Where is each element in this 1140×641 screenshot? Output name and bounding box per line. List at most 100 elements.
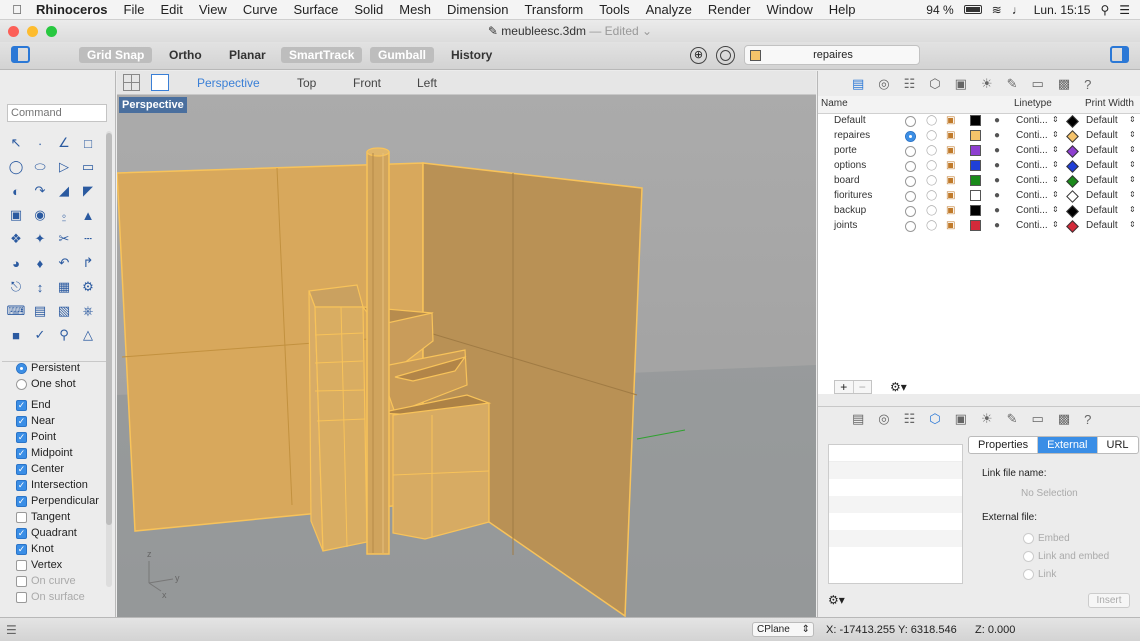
layer-name[interactable]: options: [834, 160, 866, 171]
object-list[interactable]: [828, 444, 963, 584]
materials-icon[interactable]: ◎: [878, 76, 889, 92]
print-color-icon[interactable]: [1066, 160, 1079, 173]
lightbulb-icon[interactable]: ◯: [926, 160, 937, 171]
layer-row[interactable]: options ◯ ▣ ● Conti... ⇕ Default ⇕: [818, 159, 1140, 174]
lightbulb-icon[interactable]: ◯: [926, 205, 937, 216]
layer-row[interactable]: joints ◯ ▣ ● Conti... ⇕ Default ⇕: [818, 219, 1140, 234]
lightbulb-icon[interactable]: ◯: [926, 220, 937, 231]
menu-view[interactable]: View: [191, 2, 235, 17]
linetype-value[interactable]: Conti...: [1016, 190, 1048, 201]
print-width-value[interactable]: Default: [1086, 190, 1118, 201]
single-view-layout-icon[interactable]: [151, 74, 169, 91]
remove-layer-button[interactable]: −: [852, 381, 872, 393]
lock-icon[interactable]: ▣: [946, 175, 955, 186]
persistent-radio[interactable]: Persistent: [16, 362, 80, 374]
print-width-value[interactable]: Default: [1086, 160, 1118, 171]
circle-icon[interactable]: ◯: [4, 155, 28, 179]
select-arrow-icon[interactable]: ↖: [4, 131, 28, 155]
box-icon[interactable]: ▣: [4, 203, 28, 227]
split-icon[interactable]: ┄: [76, 227, 100, 251]
layer-row[interactable]: porte ◯ ▣ ● Conti... ⇕ Default ⇕: [818, 144, 1140, 159]
print-color-icon[interactable]: [1066, 175, 1079, 188]
scrollbar-thumb[interactable]: [106, 133, 112, 525]
layer-color-swatch[interactable]: [970, 175, 981, 186]
layer-name[interactable]: fioritures: [834, 190, 872, 201]
linetype-value[interactable]: Conti...: [1016, 160, 1048, 171]
osnap-point[interactable]: ✓ Point: [16, 431, 56, 443]
menu-solid[interactable]: Solid: [346, 2, 391, 17]
dimension-icon[interactable]: ⌨: [4, 299, 28, 323]
chevron-updown-icon[interactable]: ⇕: [1052, 130, 1059, 139]
linetype-value[interactable]: Conti...: [1016, 220, 1048, 231]
layers-icon[interactable]: ▤: [852, 76, 864, 92]
current-layer-selector[interactable]: repaires: [744, 45, 920, 65]
menu-help[interactable]: Help: [821, 2, 864, 17]
radio-indicator[interactable]: [16, 378, 27, 390]
menu-file[interactable]: File: [116, 2, 153, 17]
notification-center-icon[interactable]: ☰: [1119, 3, 1130, 17]
osnap-intersection[interactable]: ✓ Intersection: [16, 479, 88, 491]
minimize-window-button[interactable]: [27, 26, 38, 37]
chevron-updown-icon[interactable]: ⇕: [1052, 190, 1059, 199]
menu-dimension[interactable]: Dimension: [439, 2, 516, 17]
curve-icon[interactable]: ↷: [28, 179, 52, 203]
layer-color-swatch[interactable]: [970, 115, 981, 126]
help-icon[interactable]: ?: [1084, 412, 1091, 427]
radio-indicator[interactable]: [1023, 569, 1034, 580]
tab-top[interactable]: Top: [297, 76, 316, 90]
checkbox[interactable]: [16, 511, 27, 523]
properties-gear-icon[interactable]: ⚙▾: [828, 593, 845, 607]
scale-icon[interactable]: ⚙: [76, 275, 100, 299]
environment-icon[interactable]: ☀: [981, 411, 993, 427]
tab-perspective[interactable]: Perspective: [197, 76, 260, 90]
polyline-icon[interactable]: ∠: [52, 131, 76, 155]
smarttrack-toggle[interactable]: SmartTrack: [281, 47, 363, 63]
material-icon[interactable]: ●: [994, 220, 1000, 231]
four-view-layout-icon[interactable]: [123, 74, 140, 91]
chevron-updown-icon[interactable]: ⇕: [1052, 205, 1059, 214]
tab-left[interactable]: Left: [417, 76, 437, 90]
array-icon[interactable]: ▦: [52, 275, 76, 299]
menu-mesh[interactable]: Mesh: [391, 2, 439, 17]
layer-color-swatch[interactable]: [970, 160, 981, 171]
material-icon[interactable]: ●: [994, 175, 1000, 186]
print-width-value[interactable]: Default: [1086, 145, 1118, 156]
osnap-center[interactable]: ✓ Center: [16, 463, 64, 475]
tab-external[interactable]: External: [1038, 437, 1098, 453]
linetype-column-header[interactable]: Linetype: [1014, 98, 1052, 109]
linetype-value[interactable]: Conti...: [1016, 130, 1048, 141]
loft-icon[interactable]: ◤: [76, 179, 100, 203]
layer-row[interactable]: fioritures ◯ ▣ ● Conti... ⇕ Default ⇕: [818, 189, 1140, 204]
insert-button[interactable]: Insert: [1088, 593, 1130, 608]
tab-properties[interactable]: Properties: [969, 437, 1039, 453]
lightbulb-icon[interactable]: ◯: [926, 130, 937, 141]
zoom-icon[interactable]: ⚲: [52, 323, 76, 347]
layer-list[interactable]: Default ◯ ▣ ● Conti... ⇕ Default ⇕ repaires ◯ ▣ ● Co…: [818, 114, 1140, 394]
lock-icon[interactable]: ▣: [946, 115, 955, 126]
gumball-toggle[interactable]: Gumball: [370, 47, 435, 63]
explode-icon[interactable]: ✦: [28, 227, 52, 251]
layer-row[interactable]: Default ◯ ▣ ● Conti... ⇕ Default ⇕: [818, 114, 1140, 129]
cplane-dropdown[interactable]: CPlane ⇕: [752, 622, 814, 637]
planar-surface-icon[interactable]: ▲: [76, 203, 100, 227]
layer-name[interactable]: porte: [834, 145, 857, 156]
one-shot-radio[interactable]: One shot: [16, 378, 76, 390]
materials-icon[interactable]: ◎: [878, 411, 889, 427]
current-layer-radio[interactable]: [905, 191, 916, 202]
ellipse-icon[interactable]: ⬭: [28, 155, 52, 179]
material-icon[interactable]: ●: [994, 160, 1000, 171]
tab-url[interactable]: URL: [1098, 437, 1138, 453]
layer-color-swatch[interactable]: [970, 220, 981, 231]
copy-icon[interactable]: ↕: [28, 275, 52, 299]
checkbox[interactable]: ✓: [16, 463, 27, 475]
layer-row[interactable]: board ◯ ▣ ● Conti... ⇕ Default ⇕: [818, 174, 1140, 189]
print-width-column-header[interactable]: Print Width: [1085, 98, 1134, 109]
osnap-quadrant[interactable]: ✓ Quadrant: [16, 527, 77, 539]
osnap-filter-icon[interactable]: ⊕: [690, 47, 707, 64]
help-icon[interactable]: ?: [1084, 77, 1091, 92]
checkbox[interactable]: ✓: [16, 399, 27, 411]
arc-icon[interactable]: ◐: [4, 179, 28, 203]
stair-step-3[interactable]: [392, 402, 490, 540]
lock-icon[interactable]: ▣: [946, 190, 955, 201]
display-icon[interactable]: ▭: [1032, 411, 1044, 427]
